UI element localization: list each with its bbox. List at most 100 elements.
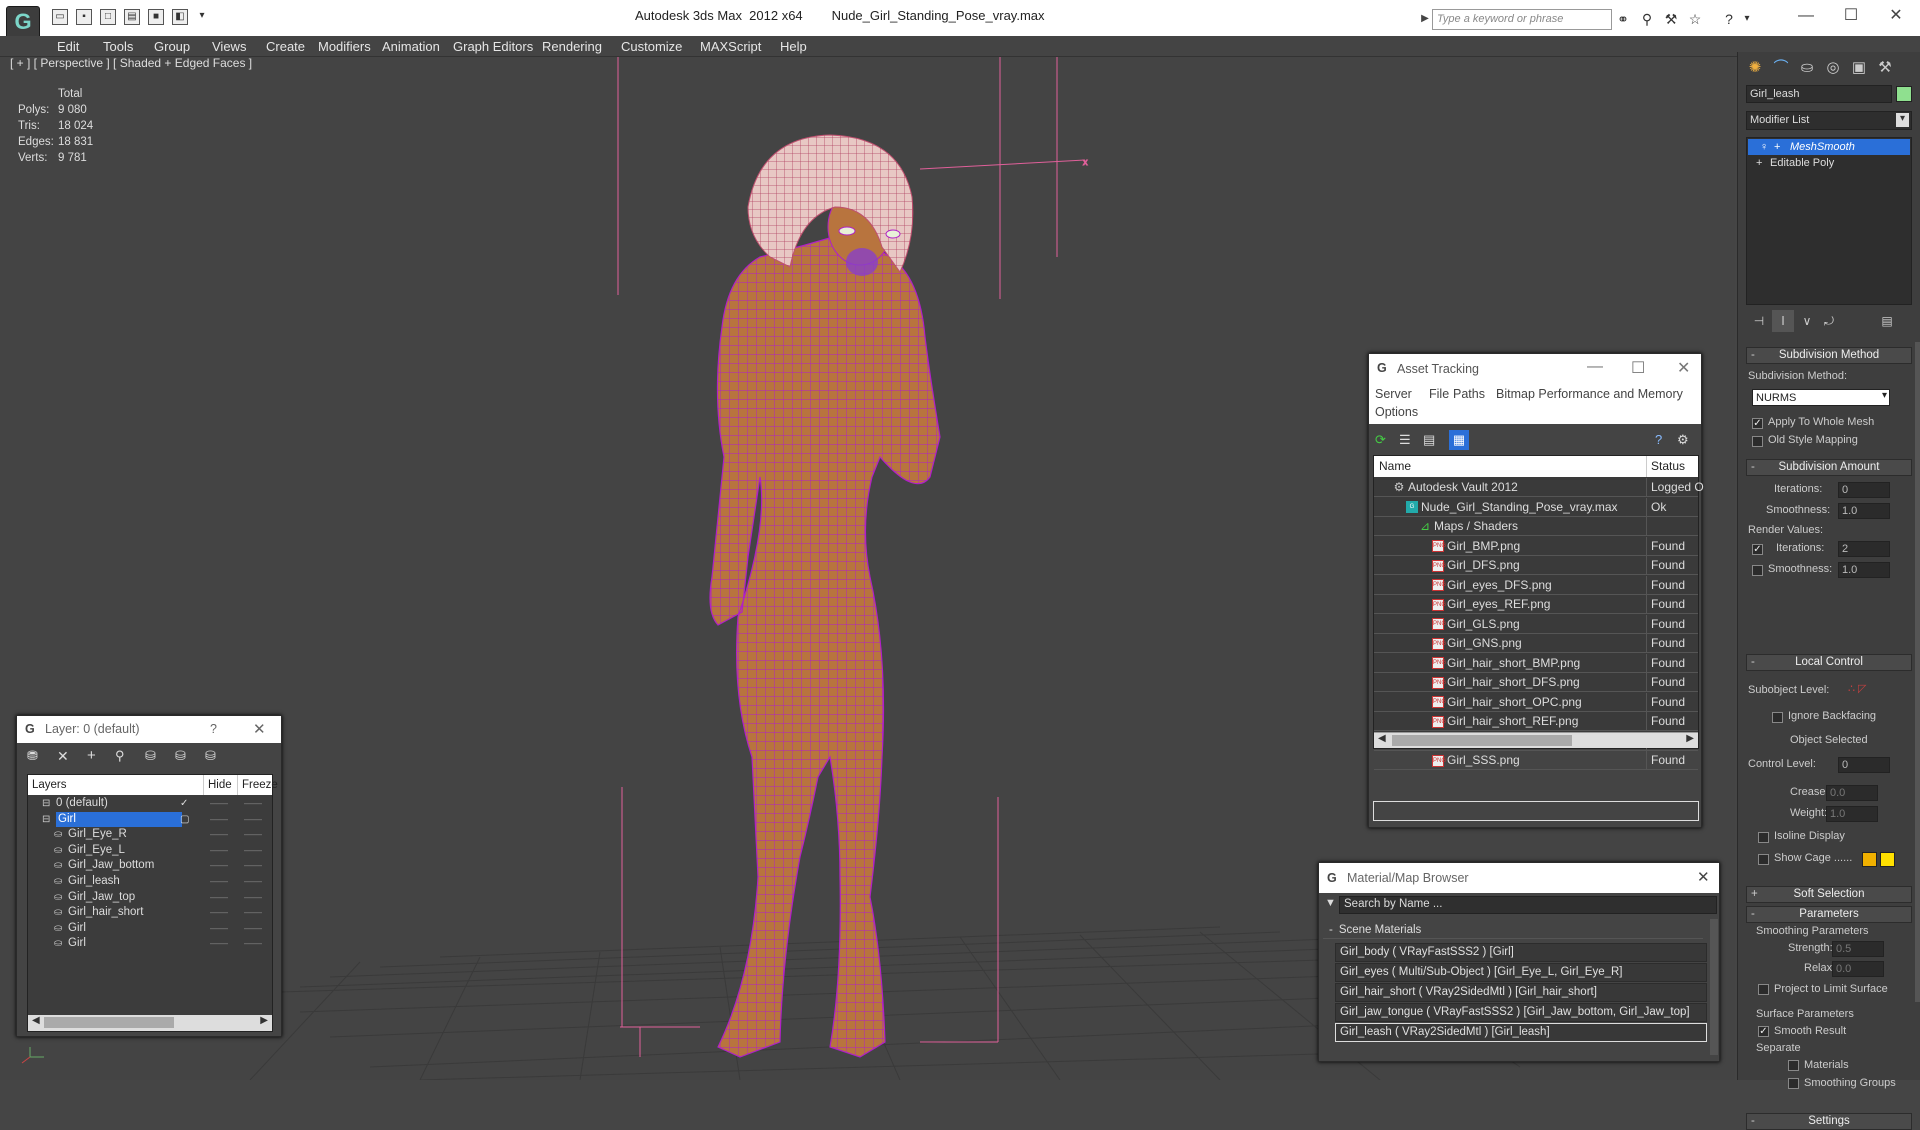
col-layers[interactable]: Layers — [32, 775, 67, 795]
asset-path-field[interactable] — [1373, 801, 1699, 821]
stack-item-editable-poly[interactable]: + Editable Poly — [1748, 155, 1910, 171]
layer-row[interactable]: ⛀ Girl_Jaw_bottom —— —— — [28, 858, 272, 873]
freeze-toggle[interactable]: —— — [244, 874, 262, 889]
hide-all-layers-icon[interactable]: ⛁ — [175, 748, 186, 764]
freeze-toggle[interactable]: —— — [244, 843, 262, 858]
menu-rendering[interactable]: Rendering — [542, 39, 602, 54]
layer-tree[interactable]: Layers Hide Freeze ⊟ 0 (default) ✓ —— —— ⊟ Gir… — [27, 774, 278, 1032]
modifier-stack[interactable]: ♀ + MeshSmooth + Editable Poly — [1746, 137, 1912, 305]
menu-views[interactable]: Views — [212, 39, 246, 54]
collapse-minus-icon[interactable]: - — [1323, 924, 1339, 936]
asset-row[interactable]: PNGGirl_hair_short_REF.png Found — [1374, 712, 1698, 731]
communication-center-icon[interactable]: ⚲ — [1638, 10, 1656, 28]
menu-options[interactable]: Options — [1375, 405, 1418, 419]
command-panel-scrollbar[interactable] — [1915, 342, 1920, 1002]
asset-row[interactable]: PNGGirl_hair_short_BMP.png Found — [1374, 653, 1698, 673]
menu-tools[interactable]: Tools — [103, 39, 133, 54]
layer-row[interactable]: ⛀ Girl_Jaw_top —— —— — [28, 890, 272, 905]
minimize-icon[interactable]: — — [1783, 4, 1829, 28]
layer-row[interactable]: ⛀ Girl —— —— — [28, 921, 272, 936]
layer-dialog-titlebar[interactable]: G Layer: 0 (default) ? ✕ — [17, 716, 281, 743]
3dsmax-logo-icon[interactable]: G — [6, 6, 40, 40]
material-item[interactable]: Girl_jaw_tongue ( VRayFastSSS2 ) [Girl_J… — [1335, 1003, 1707, 1022]
close-icon[interactable]: ✕ — [1677, 358, 1690, 378]
asset-row[interactable]: PNGGirl_BMP.png Found — [1374, 536, 1698, 556]
control-level-spinner[interactable]: 0 — [1838, 757, 1890, 773]
hide-toggle[interactable]: —— — [210, 905, 228, 920]
layer-row[interactable]: ⊟ 0 (default) ✓ —— —— — [28, 796, 272, 811]
open-icon[interactable]: ▭ — [52, 9, 68, 25]
make-unique-icon[interactable]: ∨ — [1796, 310, 1818, 332]
col-status[interactable]: Status — [1646, 456, 1685, 477]
bulb-icon[interactable]: ♀ — [1760, 139, 1768, 155]
asset-row[interactable]: PNGGirl_hair_short_DFS.png Found — [1374, 673, 1698, 692]
layer-row[interactable]: ⛀ Girl_hair_short —— —— — [28, 905, 272, 920]
rollout-subdivision-amount[interactable]: - Subdivision Amount — [1746, 459, 1912, 476]
layer-row[interactable]: ⛀ Girl_Eye_L —— —— — [28, 843, 272, 858]
help-icon[interactable]: ? — [210, 722, 217, 736]
create-tab-icon[interactable]: ✺ — [1744, 57, 1766, 79]
rollout-settings[interactable]: - Settings — [1746, 1113, 1912, 1130]
asset-row[interactable]: PNGGirl_DFS.png Found — [1374, 556, 1698, 575]
object-name-field[interactable]: Girl_leash — [1746, 85, 1892, 103]
cage-color-swatch-1[interactable] — [1862, 852, 1877, 867]
hierarchy-tab-icon[interactable]: ⛀ — [1796, 57, 1818, 79]
freeze-all-layers-icon[interactable]: ⛁ — [205, 748, 216, 764]
asset-row[interactable]: ⊿ Maps / Shaders — [1374, 517, 1698, 536]
remove-modifier-icon[interactable]: ⤾ — [1818, 310, 1840, 332]
undo-icon[interactable]: ◧ — [172, 9, 188, 25]
rollout-soft-selection[interactable]: + Soft Selection — [1746, 886, 1912, 903]
scroll-left-icon[interactable]: ◀ — [1378, 733, 1386, 744]
hide-toggle[interactable]: —— — [210, 936, 228, 951]
subdivision-method-dropdown[interactable]: NURMS ▾ — [1752, 389, 1890, 406]
minimize-icon[interactable]: — — [1587, 358, 1603, 376]
expand-plus-icon[interactable]: + — [1756, 155, 1762, 171]
material-browser-titlebar[interactable]: G Material/Map Browser ✕ — [1319, 863, 1719, 893]
hide-toggle[interactable]: —— — [210, 874, 228, 889]
object-color-swatch[interactable] — [1896, 86, 1912, 102]
weight-spinner[interactable]: 1.0 — [1826, 806, 1878, 822]
material-item[interactable]: Girl_eyes ( Multi/Sub-Object ) [Girl_Eye… — [1335, 963, 1707, 982]
refresh-icon[interactable]: ⟳ — [1375, 432, 1386, 448]
expand-plus-icon[interactable]: + — [1774, 139, 1780, 155]
isoline-display-checkbox[interactable] — [1758, 832, 1769, 843]
rollout-local-control[interactable]: - Local Control — [1746, 654, 1912, 671]
close-icon[interactable]: ✕ — [253, 720, 266, 738]
layer-row[interactable]: ⛀ Girl_leash —— —— — [28, 874, 272, 889]
menu-help[interactable]: Help — [780, 39, 807, 54]
browser-options-icon[interactable]: ▼ — [1325, 897, 1336, 909]
iterations-spinner[interactable]: 0 — [1838, 482, 1890, 498]
menu-customize[interactable]: Customize — [621, 39, 682, 54]
close-icon[interactable]: ✕ — [1873, 4, 1919, 28]
col-hide[interactable]: Hide — [203, 775, 232, 795]
maximize-icon[interactable]: ☐ — [1828, 4, 1874, 28]
select-in-layer-icon[interactable]: ⚲ — [115, 748, 125, 764]
material-item[interactable]: Girl_body ( VRayFastSSS2 ) [Girl] — [1335, 943, 1707, 962]
motion-tab-icon[interactable]: ◎ — [1822, 57, 1844, 79]
stack-item-meshsmooth[interactable]: ♀ + MeshSmooth — [1748, 139, 1910, 155]
hide-toggle[interactable]: —— — [210, 890, 228, 905]
menu-graph-editors[interactable]: Graph Editors — [453, 39, 533, 54]
cage-color-swatch-2[interactable] — [1880, 852, 1895, 867]
scroll-left-icon[interactable]: ◀ — [32, 1015, 40, 1026]
menu-edit[interactable]: Edit — [57, 39, 79, 54]
modify-tab-icon[interactable]: ⌒ — [1770, 57, 1792, 79]
material-search-input[interactable]: Search by Name ... — [1339, 896, 1717, 914]
layer-horizontal-scrollbar[interactable]: ◀ ▶ — [28, 1015, 272, 1031]
scroll-thumb[interactable] — [1392, 735, 1572, 746]
rollout-parameters[interactable]: - Parameters — [1746, 906, 1912, 923]
asset-row[interactable]: PNGGirl_hair_short_OPC.png Found — [1374, 692, 1698, 712]
hide-toggle[interactable]: —— — [210, 812, 228, 827]
menu-paths[interactable]: Paths — [1453, 387, 1485, 401]
old-style-mapping-checkbox[interactable] — [1752, 436, 1763, 447]
rollout-subdivision-method[interactable]: - Subdivision Method — [1746, 347, 1912, 364]
menu-animation[interactable]: Animation — [382, 39, 440, 54]
show-end-result-icon[interactable]: Ⅰ — [1772, 310, 1794, 332]
current-layer-icon[interactable]: ✓ — [180, 796, 188, 811]
hide-toggle[interactable]: —— — [210, 858, 228, 873]
favorites-star-icon[interactable]: ☆ — [1686, 10, 1704, 28]
hide-toggle[interactable]: —— — [210, 843, 228, 858]
asset-row[interactable]: PNGGirl_SSS.png Found — [1374, 751, 1698, 770]
freeze-toggle[interactable]: —— — [244, 905, 262, 920]
hold-icon[interactable]: ▤ — [124, 9, 140, 25]
